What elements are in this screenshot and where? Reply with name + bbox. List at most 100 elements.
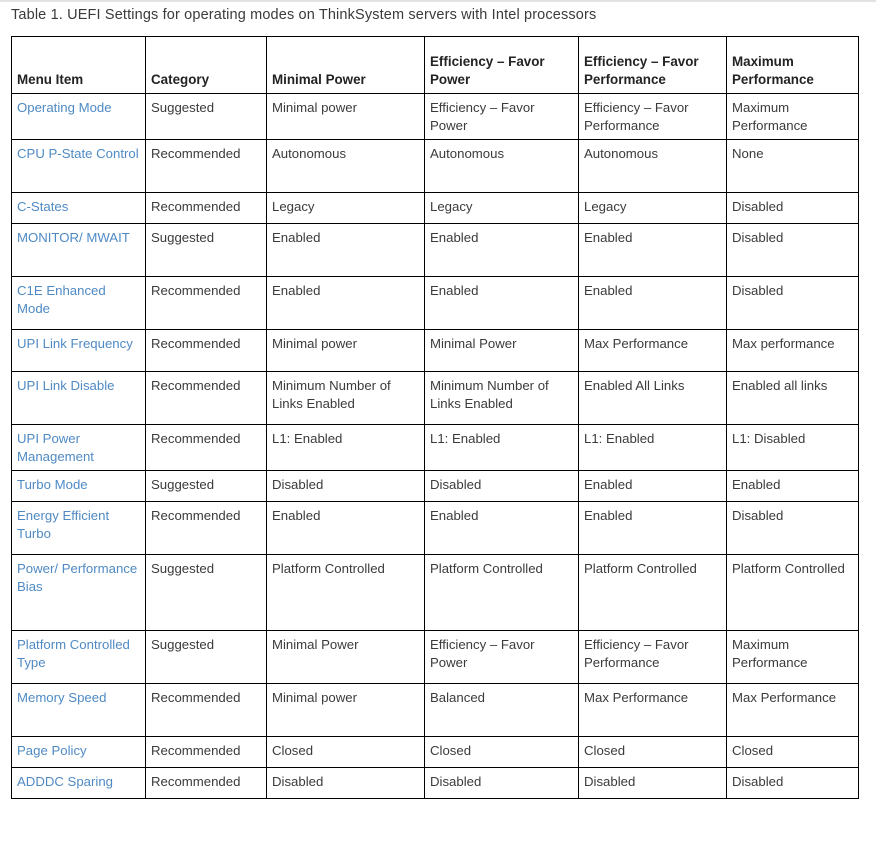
- cell-menu-item[interactable]: Power/ Performance Bias: [11, 554, 146, 631]
- cell-efficiency-favor-power: Enabled: [424, 501, 579, 555]
- cell-menu-item[interactable]: CPU P-State Control: [11, 139, 146, 193]
- table-header-row: Menu Item Category Minimal Power Efficie…: [11, 36, 859, 94]
- table-row: UPI Power Management Recommended L1: Enabl…: [11, 424, 859, 471]
- cell-maximum-performance: Disabled: [726, 501, 859, 555]
- menu-item-link[interactable]: Operating Mode: [17, 100, 112, 115]
- table-row: C1E Enhanced Mode Recommended Enabled Enabl…: [11, 276, 859, 330]
- table-container: Menu Item Category Minimal Power Efficie…: [11, 36, 859, 799]
- column-header-efficiency-favor-performance: Efficiency – Favor Performance: [578, 36, 727, 94]
- menu-item-link[interactable]: Page Policy: [17, 743, 87, 758]
- cell-maximum-performance: Enabled all links: [726, 371, 859, 425]
- cell-efficiency-favor-power: Efficiency – Favor Power: [424, 630, 579, 684]
- cell-efficiency-favor-power: Enabled: [424, 223, 579, 277]
- cell-menu-item[interactable]: UPI Link Disable: [11, 371, 146, 425]
- cell-menu-item[interactable]: ADDDC Sparing: [11, 767, 146, 799]
- cell-minimal-power: Minimal power: [266, 93, 425, 140]
- cell-efficiency-favor-performance: Platform Controlled: [578, 554, 727, 631]
- cell-category: Recommended: [145, 276, 267, 330]
- cell-category: Suggested: [145, 554, 267, 631]
- cell-minimal-power: Enabled: [266, 223, 425, 277]
- cell-maximum-performance: Disabled: [726, 192, 859, 224]
- cell-minimal-power: Closed: [266, 736, 425, 768]
- cell-maximum-performance: Enabled: [726, 470, 859, 502]
- cell-menu-item[interactable]: Turbo Mode: [11, 470, 146, 502]
- cell-efficiency-favor-performance: Autonomous: [578, 139, 727, 193]
- cell-minimal-power: Enabled: [266, 276, 425, 330]
- cell-menu-item[interactable]: C-States: [11, 192, 146, 224]
- cell-efficiency-favor-performance: Disabled: [578, 767, 727, 799]
- menu-item-link[interactable]: Power/ Performance Bias: [17, 561, 137, 594]
- menu-item-link[interactable]: Memory Speed: [17, 690, 106, 705]
- cell-category: Suggested: [145, 93, 267, 140]
- cell-maximum-performance: Max Performance: [726, 683, 859, 737]
- menu-item-link[interactable]: Energy Efficient Turbo: [17, 508, 109, 541]
- column-header-maximum-performance: Maximum Performance: [726, 36, 859, 94]
- cell-efficiency-favor-performance: Max Performance: [578, 329, 727, 372]
- cell-maximum-performance: Platform Controlled: [726, 554, 859, 631]
- menu-item-link[interactable]: CPU P-State Control: [17, 146, 139, 161]
- column-header-category: Category: [145, 36, 267, 94]
- menu-item-link[interactable]: UPI Link Disable: [17, 378, 114, 393]
- cell-efficiency-favor-power: Legacy: [424, 192, 579, 224]
- page-top-divider: [0, 0, 876, 2]
- cell-menu-item[interactable]: MONITOR/ MWAIT: [11, 223, 146, 277]
- table-row: Operating Mode Suggested Minimal power Effi…: [11, 93, 859, 140]
- cell-category: Recommended: [145, 139, 267, 193]
- document-page: Table 1. UEFI Settings for operating mod…: [0, 0, 876, 841]
- menu-item-link[interactable]: MONITOR/ MWAIT: [17, 230, 130, 245]
- cell-efficiency-favor-power: Platform Controlled: [424, 554, 579, 631]
- cell-efficiency-favor-performance: Enabled: [578, 276, 727, 330]
- cell-category: Recommended: [145, 371, 267, 425]
- column-header-menu-item: Menu Item: [11, 36, 146, 94]
- column-header-minimal-power: Minimal Power: [266, 36, 425, 94]
- cell-menu-item[interactable]: UPI Link Frequency: [11, 329, 146, 372]
- cell-efficiency-favor-power: Efficiency – Favor Power: [424, 93, 579, 140]
- table-row: MONITOR/ MWAIT Suggested Enabled Enabled Ena…: [11, 223, 859, 277]
- table-row: UPI Link Disable Recommended Minimum Numbe…: [11, 371, 859, 425]
- cell-minimal-power: Disabled: [266, 470, 425, 502]
- cell-category: Recommended: [145, 424, 267, 471]
- menu-item-link[interactable]: C1E Enhanced Mode: [17, 283, 106, 316]
- cell-category: Suggested: [145, 630, 267, 684]
- cell-efficiency-favor-performance: Enabled: [578, 470, 727, 502]
- table-row: ADDDC Sparing Recommended Disabled Disabled…: [11, 767, 859, 799]
- cell-maximum-performance: Disabled: [726, 276, 859, 330]
- cell-category: Suggested: [145, 223, 267, 277]
- cell-efficiency-favor-performance: Efficiency – Favor Performance: [578, 93, 727, 140]
- cell-menu-item[interactable]: Energy Efficient Turbo: [11, 501, 146, 555]
- cell-maximum-performance: None: [726, 139, 859, 193]
- table-row: CPU P-State Control Recommended Autonomous…: [11, 139, 859, 193]
- cell-efficiency-favor-power: Disabled: [424, 470, 579, 502]
- table-row: Energy Efficient Turbo Recommended Enabled…: [11, 501, 859, 555]
- cell-category: Recommended: [145, 736, 267, 768]
- cell-minimal-power: Minimal power: [266, 329, 425, 372]
- cell-efficiency-favor-power: L1: Enabled: [424, 424, 579, 471]
- cell-minimal-power: Minimum Number of Links Enabled: [266, 371, 425, 425]
- cell-category: Recommended: [145, 501, 267, 555]
- cell-maximum-performance: Disabled: [726, 223, 859, 277]
- menu-item-link[interactable]: Platform Controlled Type: [17, 637, 130, 670]
- menu-item-link[interactable]: C-States: [17, 199, 68, 214]
- table-row: C-States Recommended Legacy Legacy Legacy Dis…: [11, 192, 859, 224]
- table-row: UPI Link Frequency Recommended Minimal pow…: [11, 329, 859, 372]
- cell-minimal-power: Minimal power: [266, 683, 425, 737]
- menu-item-link[interactable]: UPI Power Management: [17, 431, 94, 464]
- menu-item-link[interactable]: Turbo Mode: [17, 477, 88, 492]
- table-body: Operating Mode Suggested Minimal power Effi…: [11, 93, 859, 799]
- cell-menu-item[interactable]: Platform Controlled Type: [11, 630, 146, 684]
- menu-item-link[interactable]: UPI Link Frequency: [17, 336, 133, 351]
- cell-minimal-power: Platform Controlled: [266, 554, 425, 631]
- cell-category: Recommended: [145, 767, 267, 799]
- cell-menu-item[interactable]: Operating Mode: [11, 93, 146, 140]
- cell-menu-item[interactable]: UPI Power Management: [11, 424, 146, 471]
- cell-efficiency-favor-performance: L1: Enabled: [578, 424, 727, 471]
- cell-category: Suggested: [145, 470, 267, 502]
- cell-category: Recommended: [145, 683, 267, 737]
- menu-item-link[interactable]: ADDDC Sparing: [17, 774, 113, 789]
- cell-efficiency-favor-performance: Efficiency – Favor Performance: [578, 630, 727, 684]
- cell-menu-item[interactable]: Memory Speed: [11, 683, 146, 737]
- cell-menu-item[interactable]: Page Policy: [11, 736, 146, 768]
- cell-maximum-performance: Disabled: [726, 767, 859, 799]
- cell-efficiency-favor-performance: Legacy: [578, 192, 727, 224]
- cell-menu-item[interactable]: C1E Enhanced Mode: [11, 276, 146, 330]
